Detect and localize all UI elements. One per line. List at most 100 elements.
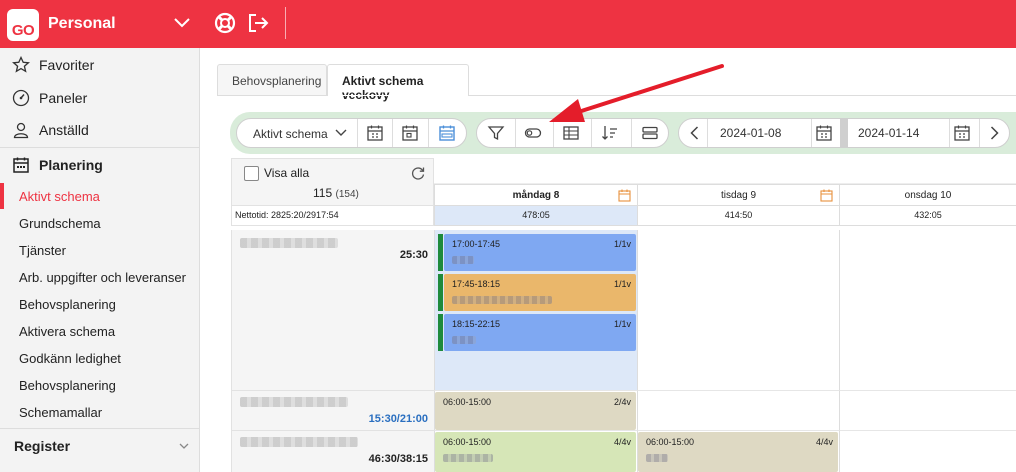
subitem-label: Arb. uppgifter och leveranser xyxy=(19,270,186,285)
day-cell[interactable] xyxy=(637,391,839,431)
sidebar-item-paneler[interactable]: Paneler xyxy=(0,84,200,112)
logout-icon[interactable] xyxy=(246,11,270,35)
visa-alla-label[interactable]: Visa alla xyxy=(264,166,309,180)
app-logo[interactable]: GO xyxy=(7,9,39,41)
shift-ratio: 2/4v xyxy=(613,397,631,407)
chevron-left-icon[interactable] xyxy=(686,124,704,142)
schema-view-select[interactable]: Aktivt schema xyxy=(253,127,328,141)
day-header-wednesday[interactable]: onsdag 10 xyxy=(839,184,1016,206)
shift-ratio: 4/4v xyxy=(613,437,631,447)
shift-block[interactable]: 17:00-17:45 1/1v xyxy=(438,234,636,271)
shift-block[interactable]: 06:00-15:00 2/4v xyxy=(435,392,636,430)
shift-time: 18:15-22:15 xyxy=(452,319,501,329)
employee-row[interactable]: 46:30/38:15 xyxy=(231,431,434,472)
calendar-icon[interactable] xyxy=(820,189,833,202)
tab-aktivt-schema-veckovy[interactable]: Aktivt schema veckovy xyxy=(327,64,469,102)
shift-block[interactable]: 06:00-15:00 4/4v xyxy=(435,432,636,472)
filter-controls xyxy=(476,118,669,148)
sidebar-item-label: Favoriter xyxy=(39,57,95,73)
sidebar-item-favoriter[interactable]: Favoriter xyxy=(0,51,200,79)
shift-ratio: 1/1v xyxy=(613,279,631,289)
shift-text-redacted xyxy=(443,454,493,462)
employee-hours: 46:30/38:15 xyxy=(368,453,428,465)
sidebar-item-anstalld[interactable]: Anställd xyxy=(0,116,200,144)
schedule-grid: Visa alla 115 (154) Nettotid: 2825:20/29… xyxy=(231,158,1016,472)
divider xyxy=(979,119,980,147)
subitem-label: Godkänn ledighet xyxy=(19,351,121,366)
sidebar-item-register[interactable]: Register xyxy=(0,431,200,459)
toggle-icon[interactable] xyxy=(524,124,542,142)
shift-ratio: 1/1v xyxy=(613,239,631,249)
shift-time: 17:45-18:15 xyxy=(452,279,501,289)
refresh-icon[interactable] xyxy=(410,165,426,181)
divider xyxy=(285,7,286,39)
sidebar-subitem-aktivt-schema[interactable]: Aktivt schema xyxy=(0,183,200,209)
sidebar-item-planering[interactable]: Planering xyxy=(0,151,200,179)
divider xyxy=(707,119,708,147)
sidebar-subitem-godkann-ledighet[interactable]: Godkänn ledighet xyxy=(0,345,200,371)
chevron-down-icon[interactable] xyxy=(334,125,348,139)
sidebar: Favoriter Paneler Anställd Planering Akt… xyxy=(0,48,200,472)
calendar-icon[interactable] xyxy=(815,124,833,142)
employee-row[interactable]: 15:30/21:00 xyxy=(231,391,434,431)
calendar-icon[interactable] xyxy=(953,124,971,142)
day-sum-wednesday: 432:05 xyxy=(839,206,1016,226)
sidebar-subitem-schemamallar[interactable]: Schemamallar xyxy=(0,399,200,425)
divider xyxy=(840,119,848,147)
rows-icon[interactable] xyxy=(641,124,659,142)
day-cell[interactable] xyxy=(839,431,1016,472)
employee-row[interactable]: 25:30 xyxy=(231,230,434,391)
sidebar-subitem-behovsplanering[interactable]: Behovsplanering xyxy=(0,291,200,317)
employee-column-header: Visa alla 115 (154) xyxy=(231,158,434,206)
sort-icon[interactable] xyxy=(601,124,619,142)
lifebuoy-icon[interactable] xyxy=(214,12,236,34)
calendar-icon[interactable] xyxy=(618,189,631,202)
sidebar-subitem-grundschema[interactable]: Grundschema xyxy=(0,210,200,236)
day-cell[interactable] xyxy=(839,391,1016,431)
chevron-right-icon[interactable] xyxy=(985,124,1003,142)
date-from-input[interactable]: 2024-01-08 xyxy=(710,119,791,147)
shift-status-bar xyxy=(438,314,443,351)
calendar-month-icon[interactable] xyxy=(366,124,384,142)
divider xyxy=(428,119,429,147)
day-label: onsdag 10 xyxy=(904,190,952,201)
shift-block[interactable]: 18:15-22:15 1/1v xyxy=(438,314,636,351)
date-to-input[interactable]: 2024-01-14 xyxy=(848,119,929,147)
shift-time: 06:00-15:00 xyxy=(443,397,492,407)
tab-behovsplanering[interactable]: Behovsplanering xyxy=(217,64,327,96)
sidebar-subitem-behovsplanering-2[interactable]: Behovsplanering xyxy=(0,372,200,398)
subitem-label: Behovsplanering xyxy=(19,297,116,312)
sidebar-item-label: Paneler xyxy=(39,90,88,106)
app-title[interactable]: Personal xyxy=(48,15,116,33)
sidebar-subitem-tjanster[interactable]: Tjänster xyxy=(0,237,200,263)
shift-status-bar xyxy=(438,274,443,311)
employee-count: 115 (154) xyxy=(313,186,359,200)
tab-active-indicator xyxy=(328,95,468,96)
day-label: tisdag 9 xyxy=(720,190,757,201)
shift-block[interactable]: 06:00-15:00 4/4v xyxy=(638,432,838,472)
count-value: 115 xyxy=(313,186,333,200)
shift-time: 17:00-17:45 xyxy=(452,239,501,249)
shift-block[interactable]: 17:45-18:15 1/1v xyxy=(438,274,636,311)
shift-time: 06:00-15:00 xyxy=(646,437,695,447)
day-sum-tuesday: 414:50 xyxy=(637,206,839,226)
day-cell[interactable] xyxy=(839,230,1016,391)
divider xyxy=(0,147,199,148)
chevron-down-icon[interactable] xyxy=(172,12,192,32)
calendar-day-icon[interactable] xyxy=(401,124,419,142)
day-header-monday[interactable]: måndag 8 xyxy=(434,184,637,206)
filter-icon[interactable] xyxy=(487,124,505,142)
day-header-tuesday[interactable]: tisdag 9 xyxy=(637,184,839,206)
day-cell[interactable] xyxy=(637,230,839,391)
sidebar-item-label: Planering xyxy=(39,157,103,173)
visa-alla-checkbox[interactable] xyxy=(244,166,259,181)
sidebar-subitem-arb-uppgifter[interactable]: Arb. uppgifter och leveranser xyxy=(0,264,200,290)
sidebar-subitem-aktivera-schema[interactable]: Aktivera schema xyxy=(0,318,200,344)
toolbar: Aktivt schema 2024-01-08 2024-01-14 xyxy=(230,112,1016,154)
subitem-label: Schemamallar xyxy=(19,405,103,420)
netto-time: Nettotid: 2825:20/2917:54 xyxy=(231,206,434,226)
subitem-label: Aktivt schema xyxy=(19,189,100,204)
calendar-week-icon[interactable] xyxy=(438,124,456,142)
table-icon[interactable] xyxy=(562,124,580,142)
shift-status-bar xyxy=(438,234,443,271)
